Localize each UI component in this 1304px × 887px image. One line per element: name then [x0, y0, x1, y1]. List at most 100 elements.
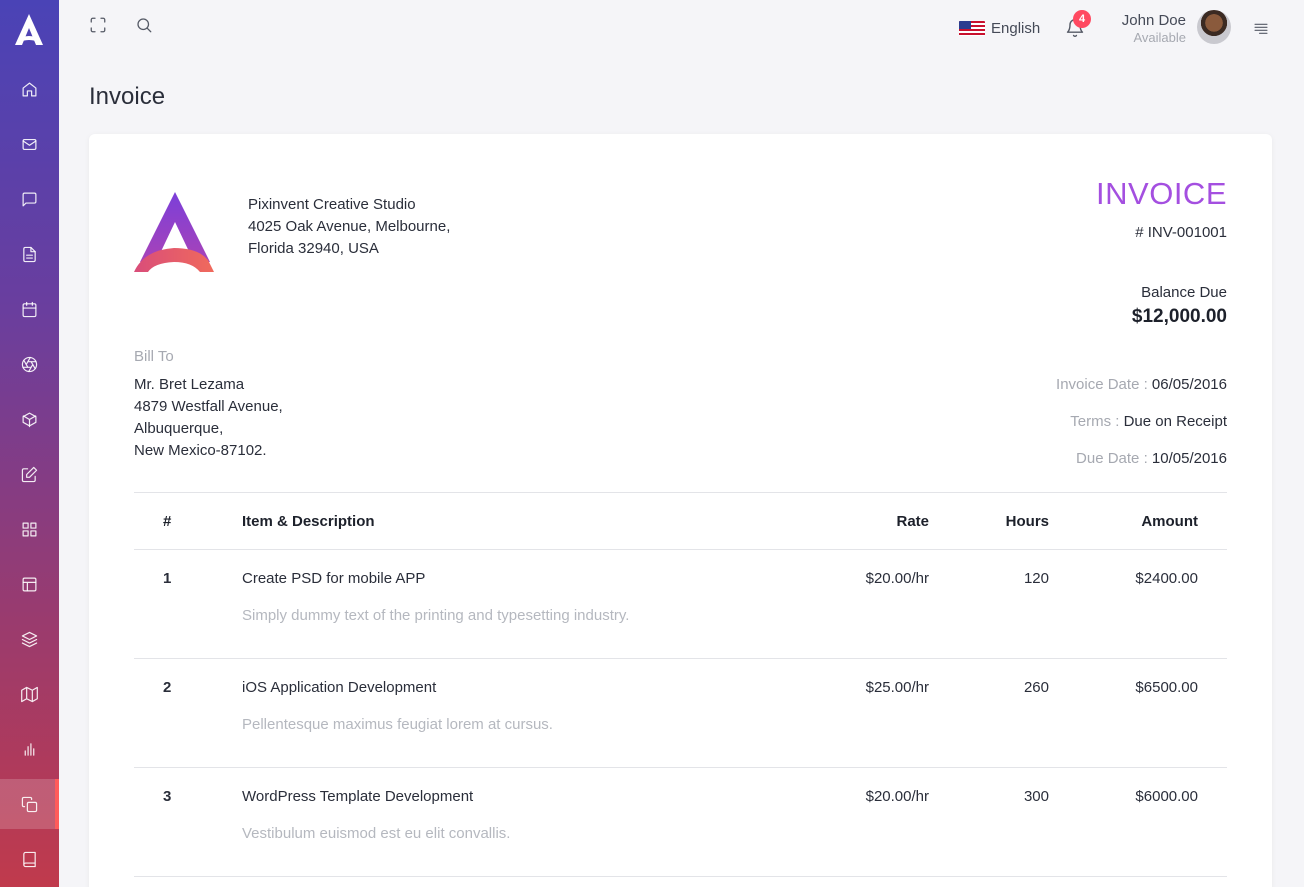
search-icon[interactable]: [133, 14, 155, 36]
header-amount: Amount: [1141, 513, 1198, 530]
mail-icon: [22, 138, 37, 150]
table-row: 3 WordPress Template Development Vestibu…: [134, 768, 1227, 877]
row-index: 2: [163, 679, 172, 696]
header-hours: Hours: [1005, 513, 1049, 530]
row-index: 1: [163, 570, 172, 587]
us-flag-icon: [959, 20, 985, 36]
row-description: Vestibulum euismod est eu elit convallis…: [242, 825, 511, 842]
company-address: Pixinvent Creative Studio 4025 Oak Avenu…: [248, 194, 450, 260]
book-icon: [23, 851, 36, 867]
topbar: English 4 John Doe Available: [59, 0, 1304, 56]
bill-to-address: Mr. Bret Lezama 4879 Westfall Avenue, Al…: [134, 374, 283, 462]
sidebar-item-chat[interactable]: [0, 174, 59, 224]
sidebar-item-map[interactable]: [0, 669, 59, 719]
user-menu[interactable]: John Doe Available: [1122, 12, 1186, 46]
due-date-row: Due Date : 10/05/2016: [1056, 448, 1227, 485]
meta-label: Due Date :: [1076, 450, 1148, 467]
invoice-title: INVOICE: [1096, 176, 1227, 211]
meta-value: 06/05/2016: [1151, 376, 1227, 393]
logo-a-icon[interactable]: [12, 12, 46, 48]
balance-due: Balance Due $12,000.00: [1132, 284, 1227, 328]
sidebar-item-home[interactable]: [0, 64, 59, 114]
row-description: Pellentesque maximus feugiat lorem at cu…: [242, 716, 553, 733]
row-description: Simply dummy text of the printing and ty…: [242, 607, 630, 624]
sidebar: [0, 0, 59, 887]
layout-icon: [22, 577, 37, 591]
box-icon: [22, 412, 37, 427]
bar-chart-icon: [24, 742, 35, 756]
row-item: iOS Application Development: [242, 679, 437, 696]
meta-value: Due on Receipt: [1123, 413, 1227, 430]
sidebar-item-grid[interactable]: [0, 504, 59, 554]
user-status: Available: [1133, 30, 1186, 45]
sidebar-item-book[interactable]: [0, 834, 59, 884]
sidebar-item-layers[interactable]: [0, 614, 59, 664]
company-line: Pixinvent Creative Studio: [248, 196, 416, 213]
sidebar-item-email[interactable]: [0, 119, 59, 169]
sidebar-item-box[interactable]: [0, 394, 59, 444]
table-row: 1 Create PSD for mobile APP Simply dummy…: [134, 550, 1227, 659]
invoice-number: # INV-001001: [1135, 224, 1227, 241]
invoice-card: Pixinvent Creative Studio 4025 Oak Avenu…: [89, 134, 1272, 887]
row-amount: $2400.00: [1135, 570, 1198, 587]
invoice-header: INVOICE # INV-001001: [1096, 176, 1227, 241]
grid-icon: [22, 522, 37, 536]
copy-icon: [21, 796, 38, 812]
row-rate: $20.00/hr: [865, 570, 929, 587]
sidebar-item-pages[interactable]: [0, 779, 59, 829]
sidebar-item-edit[interactable]: [0, 449, 59, 499]
menu-icon[interactable]: [1252, 19, 1272, 39]
row-rate: $20.00/hr: [865, 788, 929, 805]
table-header: # Item & Description Rate Hours Amount: [134, 492, 1227, 550]
user-name: John Doe: [1121, 12, 1186, 29]
meta-label: Invoice Date :: [1056, 376, 1148, 393]
aperture-icon: [21, 356, 38, 372]
bill-to-label: Bill To: [134, 348, 174, 365]
notification-badge: 4: [1073, 10, 1091, 28]
header-rate: Rate: [896, 513, 929, 530]
row-hours: 120: [1023, 570, 1049, 587]
row-rate: $25.00/hr: [865, 679, 929, 696]
invoice-meta: Invoice Date : 06/05/2016 Terms : Due on…: [1056, 374, 1227, 485]
sidebar-item-layout[interactable]: [0, 559, 59, 609]
bill-to-line: Albuquerque,: [134, 420, 224, 437]
balance-label: Balance Due: [1141, 284, 1227, 301]
header-item: Item & Description: [242, 513, 375, 530]
row-item: WordPress Template Development: [242, 788, 474, 805]
row-hours: 260: [1023, 679, 1049, 696]
bill-to-line: New Mexico-87102.: [134, 442, 267, 459]
invoice-date-row: Invoice Date : 06/05/2016: [1056, 374, 1227, 411]
row-item: Create PSD for mobile APP: [242, 570, 426, 587]
meta-value: 10/05/2016: [1151, 450, 1227, 467]
invoice-items-table: # Item & Description Rate Hours Amount 1…: [134, 492, 1227, 877]
sidebar-item-aperture[interactable]: [0, 339, 59, 389]
balance-amount: $12,000.00: [1131, 306, 1227, 327]
bill-to-line: Mr. Bret Lezama: [134, 376, 245, 393]
sidebar-item-charts[interactable]: [0, 724, 59, 774]
meta-label: Terms :: [1070, 413, 1120, 430]
page-title: Invoice: [89, 83, 166, 110]
avatar[interactable]: [1197, 10, 1231, 44]
row-amount: $6000.00: [1135, 788, 1198, 805]
map-icon: [21, 686, 38, 702]
chat-icon: [22, 192, 37, 206]
layers-icon: [21, 631, 38, 647]
language-label: English: [991, 19, 1041, 37]
calendar-icon: [22, 301, 37, 317]
home-icon: [22, 82, 37, 96]
company-line: 4025 Oak Avenue, Melbourne,: [248, 218, 451, 235]
edit-icon: [21, 466, 38, 482]
file-icon: [23, 246, 36, 262]
sidebar-item-calendar[interactable]: [0, 284, 59, 334]
sidebar-item-docs[interactable]: [0, 229, 59, 279]
language-selector[interactable]: English: [959, 17, 1040, 39]
company-line: Florida 32940, USA: [248, 240, 379, 257]
fullscreen-icon[interactable]: [87, 14, 109, 36]
bill-to-line: 4879 Westfall Avenue,: [134, 398, 283, 415]
terms-row: Terms : Due on Receipt: [1056, 411, 1227, 448]
row-index: 3: [163, 788, 172, 805]
row-hours: 300: [1023, 788, 1049, 805]
header-index: #: [163, 513, 172, 530]
company-logo: [134, 192, 214, 272]
table-row: 2 iOS Application Development Pellentesq…: [134, 659, 1227, 768]
